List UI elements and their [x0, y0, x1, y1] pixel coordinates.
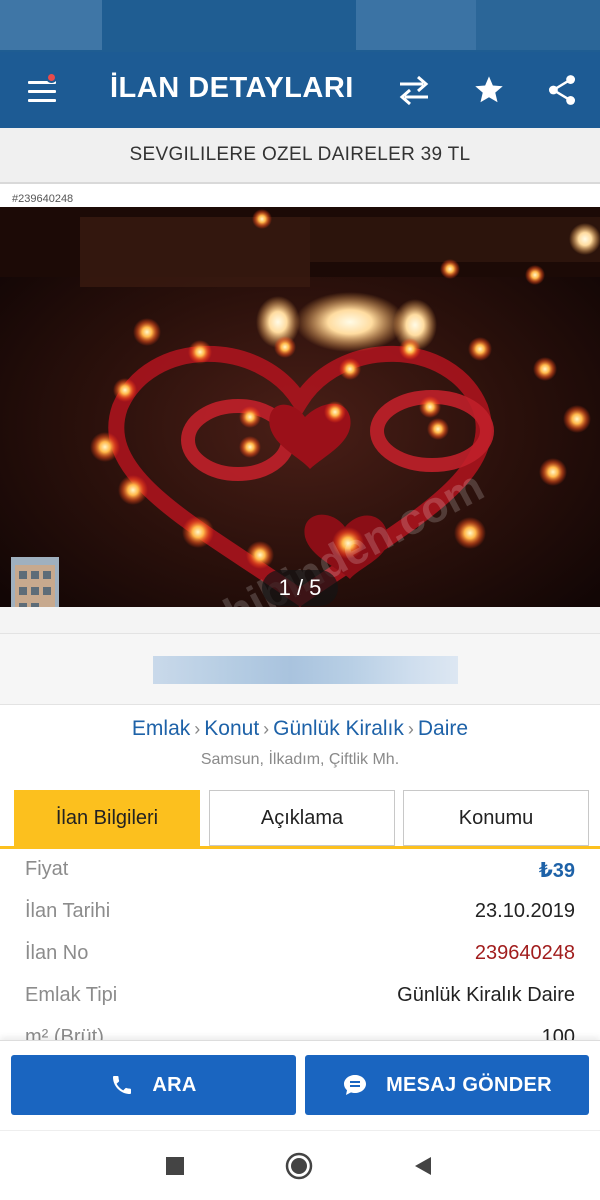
info-label: İlan No — [25, 942, 89, 964]
info-row-property-type: Emlak Tipi Günlük Kiralık Daire — [0, 976, 600, 1018]
breadcrumb-item[interactable]: Günlük Kiralık — [273, 717, 404, 740]
info-label: Fiyat — [25, 858, 69, 880]
tab-konumu[interactable]: Konumu — [403, 790, 589, 846]
breadcrumb-separator: › — [263, 719, 270, 739]
redacted-store-name — [153, 656, 458, 684]
back-icon[interactable] — [408, 1151, 438, 1181]
call-button-label: ARA — [152, 1073, 197, 1096]
compare-arrows-icon[interactable] — [392, 68, 436, 112]
breadcrumb-item[interactable]: Emlak — [132, 717, 190, 740]
menu-icon[interactable] — [24, 72, 62, 106]
star-icon[interactable] — [467, 68, 511, 112]
action-bar: ARA MESAJ GÖNDER — [0, 1040, 600, 1130]
status-bar — [0, 0, 600, 52]
info-value: Günlük Kiralık Daire — [397, 984, 575, 1006]
listing-photo-image — [0, 207, 600, 607]
info-value: 23.10.2019 — [474, 900, 575, 922]
breadcrumb-separator: › — [407, 719, 414, 739]
notification-dot — [46, 72, 57, 83]
listing-title-bar: SEVGILILERE OZEL DAIRELER 39 TL — [0, 128, 600, 184]
message-icon — [344, 1075, 367, 1095]
info-row-area: m² (Brüt) 100 — [0, 1018, 600, 1040]
spacer — [0, 607, 600, 633]
store-banner[interactable] — [0, 633, 600, 705]
breadcrumb-item[interactable]: Daire — [418, 717, 468, 740]
app-bar: İLAN DETAYLARI — [0, 52, 600, 128]
tab-aciklama[interactable]: Açıklama — [209, 790, 395, 846]
breadcrumb: Emlak › Konut › Günlük Kiralık › Daire — [0, 717, 600, 741]
status-bar-blur — [476, 0, 600, 50]
home-icon[interactable] — [284, 1151, 314, 1181]
info-label: İlan Tarihi — [25, 900, 111, 922]
tab-ilan-bilgileri[interactable]: İlan Bilgileri — [14, 790, 200, 846]
send-message-button[interactable]: MESAJ GÖNDER — [305, 1055, 589, 1115]
info-value: 100 — [541, 1026, 575, 1040]
listing-photo[interactable]: sahibinden.com — [0, 207, 600, 607]
status-bar-blur — [356, 0, 476, 50]
status-bar-blur — [0, 0, 102, 50]
share-icon[interactable] — [540, 68, 584, 112]
send-message-label: MESAJ GÖNDER — [386, 1073, 552, 1096]
info-row-price: Fiyat ₺39 — [0, 850, 600, 892]
listing-title: SEVGILILERE OZEL DAIRELER 39 TL — [129, 144, 471, 165]
photo-counter: 1 / 5 — [262, 570, 338, 606]
system-navigation-bar — [0, 1130, 600, 1200]
tab-underline — [0, 846, 600, 849]
call-button[interactable]: ARA — [11, 1055, 296, 1115]
info-label: Emlak Tipi — [25, 984, 118, 1006]
info-value: ₺39 — [538, 860, 575, 882]
info-table: Fiyat ₺39 İlan Tarihi 23.10.2019 İlan No… — [0, 850, 600, 1040]
recent-apps-icon[interactable] — [160, 1151, 190, 1181]
info-label: m² (Brüt) — [25, 1026, 104, 1040]
listing-id-tag: #239640248 — [12, 193, 74, 205]
phone-icon — [113, 1076, 132, 1094]
info-row-date: İlan Tarihi 23.10.2019 — [0, 892, 600, 934]
page-title: İLAN DETAYLARI — [110, 72, 354, 104]
breadcrumb-separator: › — [194, 719, 201, 739]
info-value: 239640248 — [474, 942, 575, 964]
location-text: Samsun, İlkadım, Çiftlik Mh. — [200, 751, 400, 768]
info-row-listing-no: İlan No 239640248 — [0, 934, 600, 976]
tab-bar: İlan Bilgileri Açıklama Konumu — [0, 790, 600, 848]
breadcrumb-item[interactable]: Konut — [204, 717, 259, 740]
